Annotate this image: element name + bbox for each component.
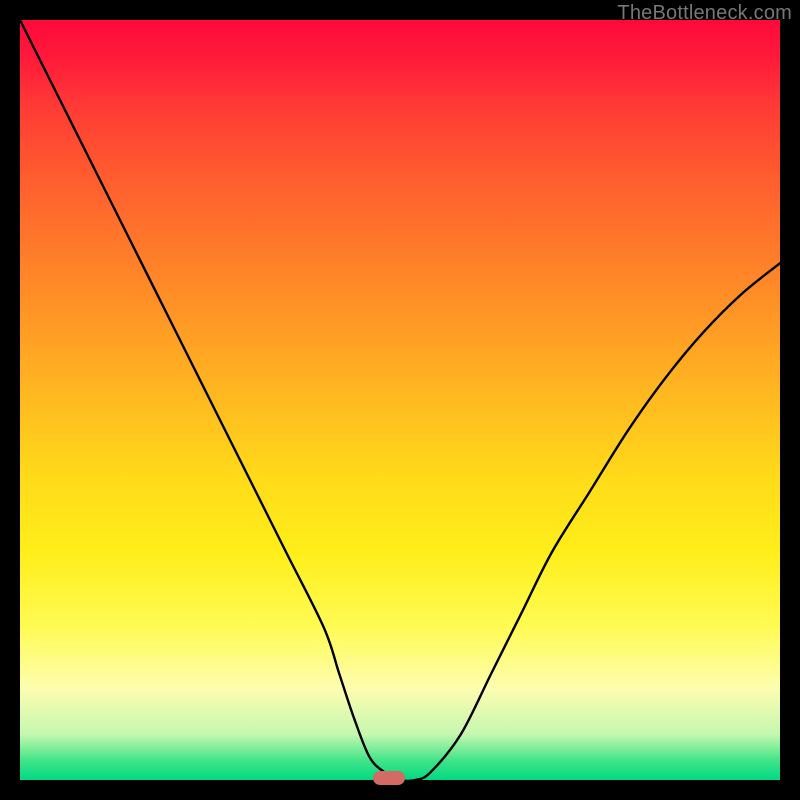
watermark-label: TheBottleneck.com	[617, 2, 792, 25]
chart-container: TheBottleneck.com	[0, 0, 800, 800]
optimal-marker	[373, 771, 405, 785]
curve-path	[20, 20, 780, 781]
bottleneck-curve	[20, 20, 780, 780]
